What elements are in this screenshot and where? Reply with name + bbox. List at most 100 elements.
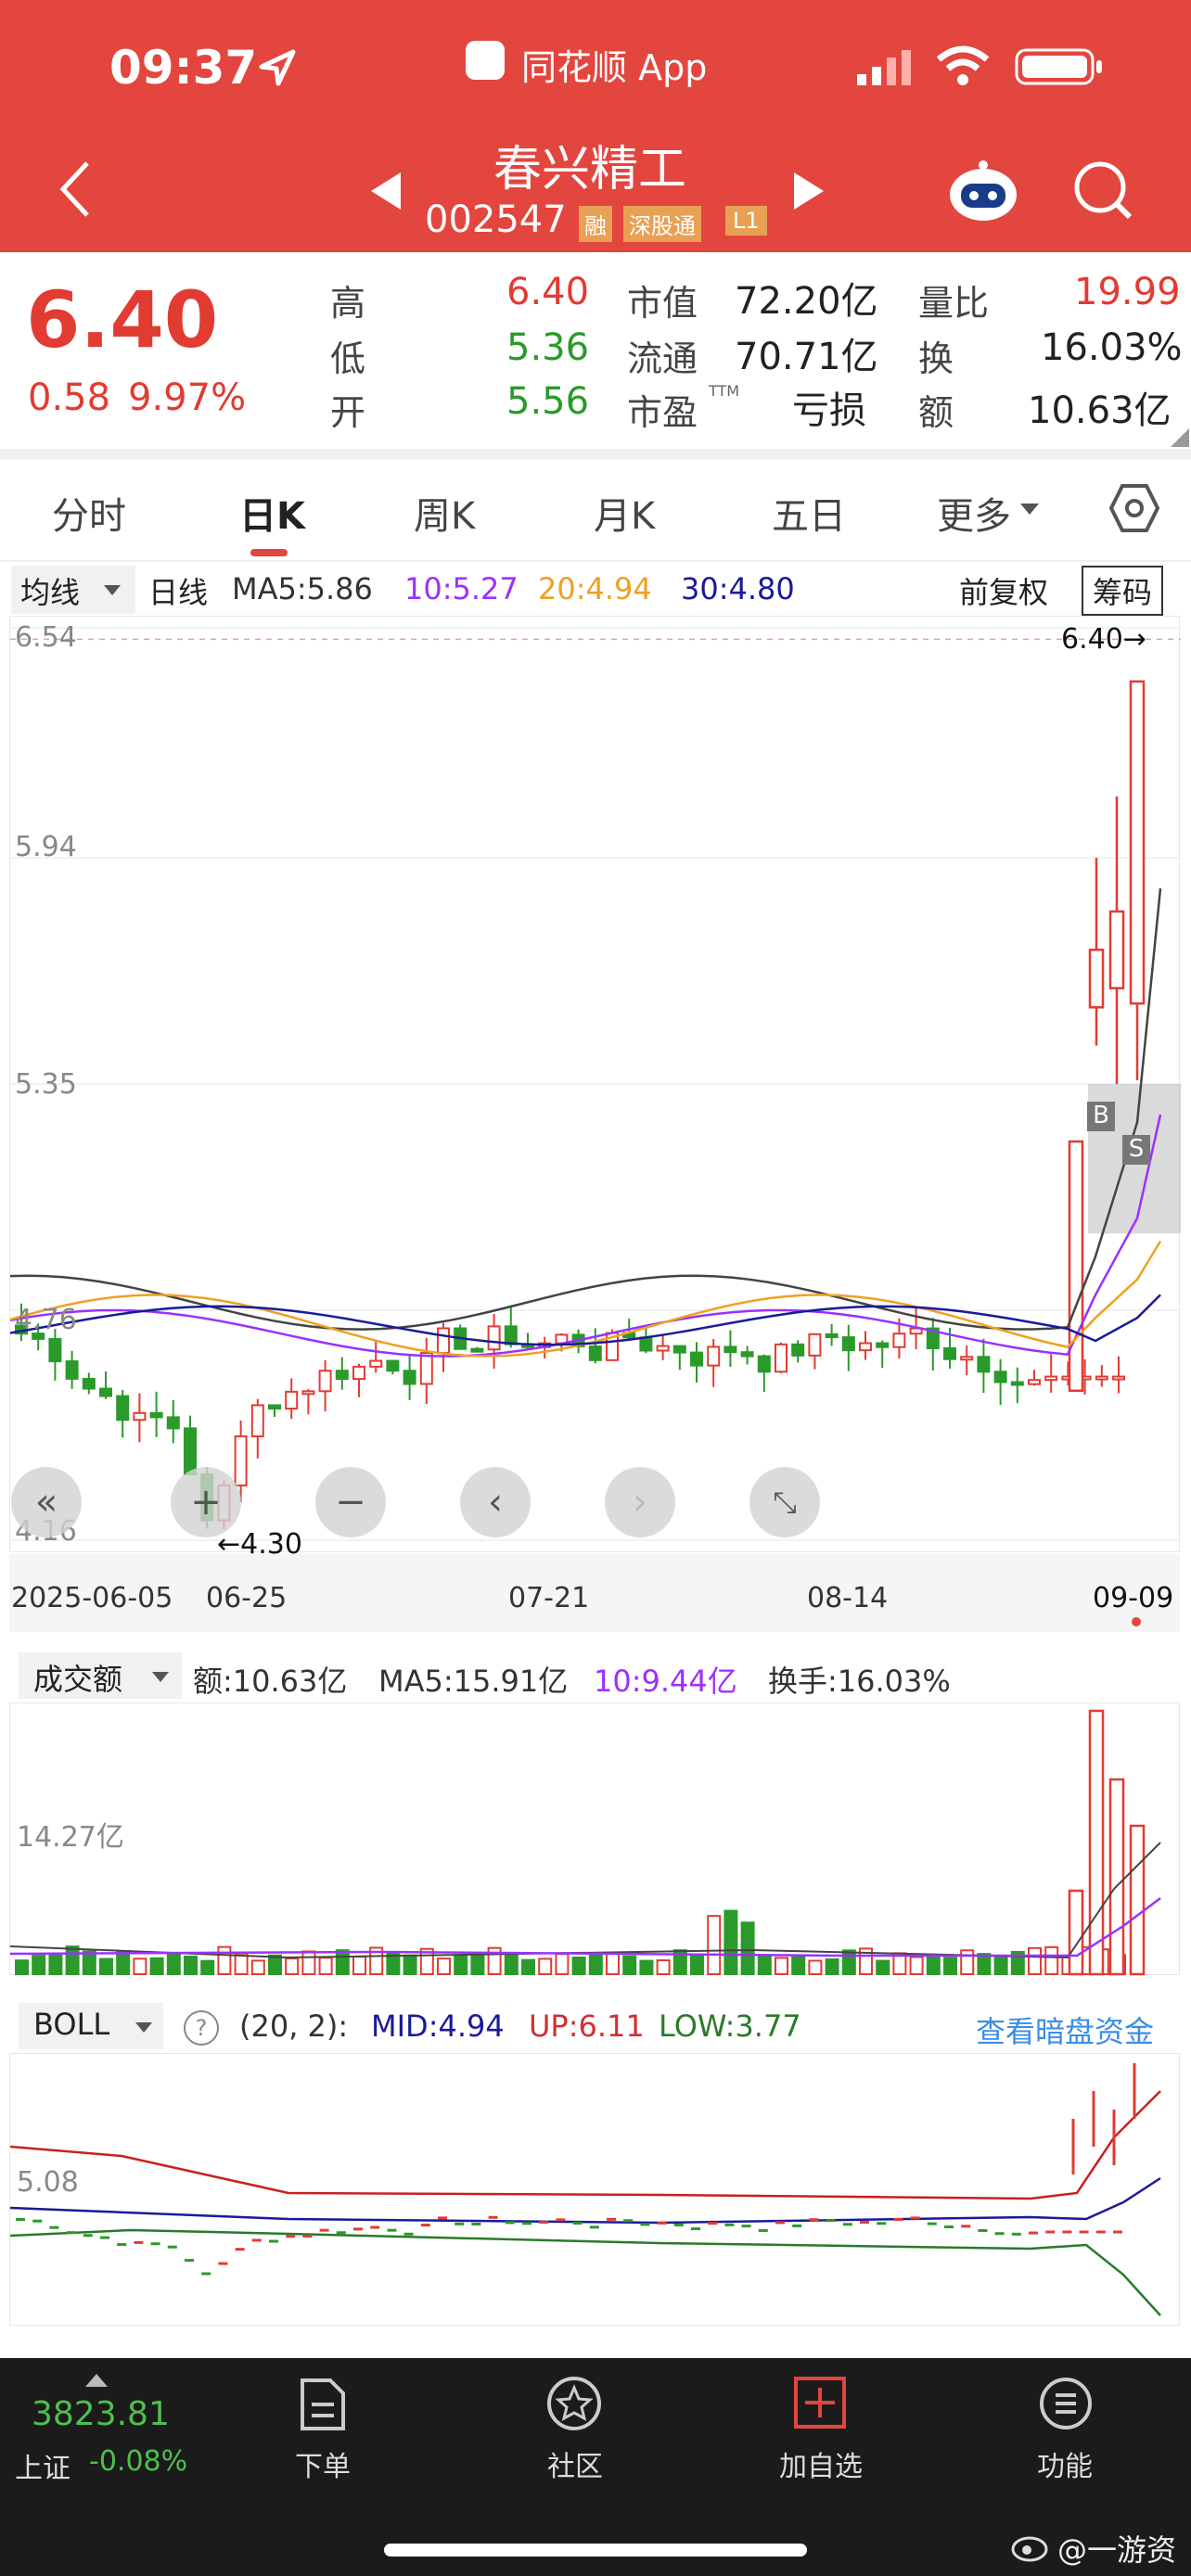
candle-body: [419, 1352, 433, 1385]
candle-body: [386, 1359, 400, 1372]
volume-ma5-line: [10, 1842, 1161, 1959]
boll-low: LOW:3.77: [659, 2009, 801, 2044]
scroll-left-button[interactable]: ‹: [460, 1467, 531, 1537]
scroll-start-button[interactable]: «: [11, 1467, 82, 1537]
vr-label: 量比: [918, 283, 990, 324]
candle-body: [82, 1377, 96, 1390]
candle-body: [65, 1360, 79, 1380]
watermark: @一游资: [1057, 2532, 1177, 2568]
volume-bar: [825, 1958, 839, 1975]
status-time: 09:37: [109, 41, 258, 95]
tab-five-day[interactable]: 五日: [772, 486, 846, 540]
mcap-value: 72.20亿: [735, 280, 878, 323]
battery-icon: [1015, 48, 1104, 89]
volume-bar: [470, 1954, 485, 1975]
open-label: 开: [330, 392, 366, 433]
boll-chart[interactable]: [9, 2053, 1180, 2326]
candle-body: [504, 1325, 518, 1345]
tabs-divider: [0, 560, 1191, 562]
home-indicator: [384, 2544, 807, 2557]
volume-bar: [437, 1958, 451, 1975]
price-change: 0.58: [28, 376, 111, 419]
prev-stock-button[interactable]: [371, 172, 403, 213]
candle-body: [1108, 910, 1125, 989]
index-value[interactable]: 3823.81: [32, 2395, 170, 2433]
tab-weekly-k[interactable]: 周K: [414, 486, 475, 540]
candle-body: [99, 1387, 112, 1397]
volume-bar: [82, 1950, 96, 1975]
nav-community[interactable]: 社区: [529, 2443, 621, 2484]
help-icon[interactable]: ?: [184, 2010, 219, 2046]
search-icon[interactable]: [1070, 158, 1135, 226]
zoom-in-button[interactable]: +: [171, 1467, 241, 1537]
volume-chart-svg: [10, 1709, 1161, 1976]
y-label-2: 5.94: [15, 831, 77, 863]
volume-bar: [521, 1958, 535, 1976]
candle-body: [1028, 1379, 1041, 1385]
nav-add-watchlist[interactable]: 加自选: [761, 2443, 881, 2484]
volume-bar: [960, 1949, 975, 1976]
last-price-label: 6.40→: [1061, 623, 1146, 656]
expand-corner-icon[interactable]: [1171, 428, 1189, 451]
candle-body: [437, 1327, 450, 1355]
x-label-3: 08-14: [807, 1582, 889, 1614]
x-label-1: 06-25: [206, 1582, 288, 1614]
scroll-right-button[interactable]: ›: [605, 1467, 675, 1537]
candle-body: [757, 1355, 771, 1373]
volume-ma10: 10:9.44亿: [594, 1664, 737, 1699]
volume-bar: [993, 1957, 1008, 1976]
volume-chart[interactable]: [9, 1702, 1180, 1976]
nav-order[interactable]: 下单: [276, 2443, 369, 2484]
candle-body: [1068, 1140, 1084, 1393]
zoom-out-button[interactable]: −: [315, 1467, 386, 1537]
volume-bar: [757, 1954, 772, 1976]
robot-assistant-icon[interactable]: [946, 158, 1020, 226]
candle-body: [791, 1343, 805, 1357]
sell-marker: S: [1122, 1135, 1150, 1165]
signal-icon: [855, 48, 911, 89]
pe-value: 亏损: [792, 389, 866, 432]
price-change-pct: 9.97%: [128, 376, 247, 419]
nav-functions[interactable]: 功能: [1018, 2443, 1111, 2484]
candle-body: [876, 1342, 890, 1348]
candle-body: [1088, 949, 1105, 1009]
volume-bar: [926, 1955, 941, 1976]
candle-body: [268, 1404, 281, 1410]
volume-bar: [65, 1945, 80, 1976]
ma-caret-icon: [104, 582, 121, 600]
volume-bar: [538, 1958, 553, 1976]
volume-bar: [841, 1949, 856, 1975]
candle-body: [977, 1356, 991, 1373]
dark-pool-link[interactable]: 查看暗盘资金: [976, 2009, 1154, 2051]
index-name: 上证: [15, 2453, 70, 2485]
settings-hex-icon[interactable]: [1108, 484, 1160, 536]
location-arrow-icon: [256, 48, 297, 93]
x-label-4: 09-09: [1093, 1582, 1174, 1614]
volume-bar: [318, 1957, 333, 1975]
candle-body: [740, 1351, 754, 1358]
volume-bar: [504, 1951, 519, 1975]
volume-ma10-line: [10, 1897, 1161, 1958]
back-button[interactable]: [56, 159, 93, 223]
volume-bar: [116, 1950, 131, 1975]
mcap-label: 市值: [627, 283, 698, 324]
boll-mid: MID:4.94: [371, 2009, 505, 2044]
volume-bar: [622, 1955, 637, 1976]
fullscreen-button[interactable]: ⤡: [749, 1467, 820, 1537]
candle-body: [133, 1411, 147, 1422]
boll-y-label: 5.08: [17, 2166, 79, 2199]
tab-fenshi[interactable]: 分时: [52, 486, 126, 540]
tab-more[interactable]: 更多: [937, 486, 1011, 540]
turnover-label: 换: [918, 338, 954, 379]
adjust-label[interactable]: 前复权: [959, 569, 1048, 612]
current-price: 6.40: [26, 274, 219, 365]
volume-bar: [403, 1954, 417, 1975]
next-stock-button[interactable]: [794, 172, 826, 213]
tab-monthly-k[interactable]: 月K: [594, 486, 655, 540]
tab-daily-k[interactable]: 日K: [239, 486, 305, 540]
chip-button[interactable]: 筹码: [1082, 566, 1164, 616]
candle-body: [116, 1395, 130, 1422]
price-chart[interactable]: [9, 616, 1181, 1552]
volume-bar: [977, 1953, 992, 1975]
candle-body: [993, 1371, 1007, 1384]
